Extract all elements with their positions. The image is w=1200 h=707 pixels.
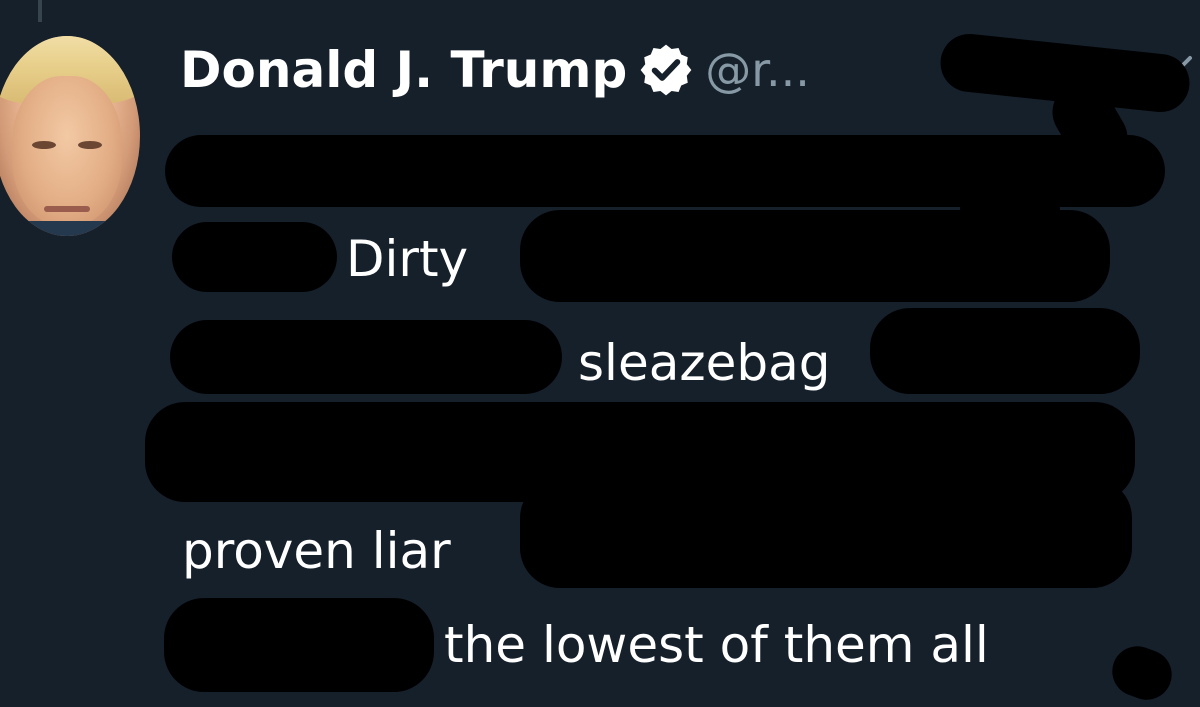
tweet-header: Donald J. Trump @r... <box>180 34 810 106</box>
tweet-text-proven-liar: proven liar <box>182 522 451 580</box>
username-handle[interactable]: @r... <box>705 43 810 97</box>
display-name[interactable]: Donald J. Trump <box>180 41 627 99</box>
verified-badge-icon <box>637 41 695 99</box>
avatar[interactable] <box>0 36 140 236</box>
avatar-suit <box>0 221 140 236</box>
avatar-eye-right <box>78 141 102 149</box>
redaction-mark <box>520 210 1110 302</box>
avatar-eye-left <box>32 141 56 149</box>
thread-connector-line <box>38 0 42 22</box>
tweet-text-dirty: Dirty <box>346 230 469 288</box>
tweet-text-sleazebag: sleazebag <box>578 334 831 392</box>
redaction-mark <box>172 222 337 292</box>
tweet-text-lowest: the lowest of them all <box>444 616 989 674</box>
redaction-mark <box>1105 639 1179 707</box>
avatar-face <box>12 76 122 226</box>
redaction-mark <box>170 320 562 394</box>
redaction-mark <box>870 308 1140 394</box>
avatar-mouth <box>44 206 90 212</box>
redaction-mark <box>164 598 434 692</box>
redaction-mark <box>520 478 1132 588</box>
